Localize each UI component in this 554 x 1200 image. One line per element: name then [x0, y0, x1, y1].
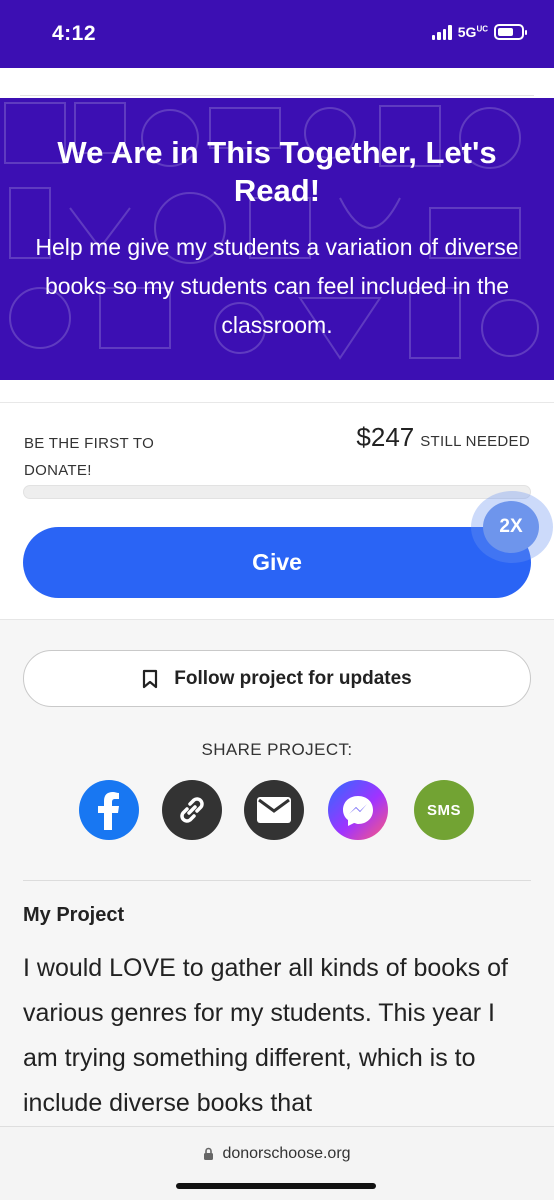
facebook-icon[interactable] [79, 780, 139, 840]
status-time: 4:12 [52, 22, 97, 45]
page-header-strip [0, 68, 554, 98]
bookmark-icon [143, 669, 158, 688]
my-project-heading: My Project [23, 904, 125, 926]
url-display[interactable]: donorschoose.org [0, 1145, 554, 1163]
share-title: SHARE PROJECT: [201, 740, 353, 759]
url-text: donorschoose.org [222, 1145, 351, 1162]
messenger-icon[interactable] [328, 780, 388, 840]
lock-icon [204, 1147, 214, 1160]
project-hero: We Are in This Together, Let's Read! Hel… [0, 98, 554, 380]
status-indicators: 5GUC [431, 24, 527, 40]
donation-card: BE THE FIRST TO DONATE! $247 STILL NEEDE… [0, 380, 554, 620]
match-badge-label: 2X [483, 501, 539, 553]
funding-progress-bar [23, 485, 531, 499]
section-divider [23, 880, 531, 881]
home-indicator[interactable] [176, 1183, 376, 1189]
signal-icon [431, 24, 452, 40]
status-bar: 4:12 5GUC [0, 0, 554, 68]
give-button[interactable]: Give [23, 527, 531, 598]
browser-url-bar[interactable]: donorschoose.org [0, 1126, 554, 1200]
follow-project-button[interactable]: Follow project for updates [23, 650, 531, 707]
project-subtitle: Help me give my students a variation of … [35, 234, 519, 338]
sms-label: SMS [426, 801, 461, 819]
share-buttons: SMS [79, 780, 479, 840]
follow-project-label: Follow project for updates [174, 667, 412, 689]
email-icon[interactable] [244, 780, 304, 840]
project-description: I would LOVE to gather all kinds of book… [23, 954, 508, 1117]
battery-icon [494, 24, 527, 40]
network-type: 5GUC [457, 24, 488, 40]
match-badge[interactable]: 2X [471, 491, 553, 563]
link-icon[interactable] [162, 780, 222, 840]
project-title: We Are in This Together, Let's Read! [57, 135, 497, 208]
sms-icon[interactable]: SMS [414, 780, 474, 840]
still-needed-label: STILL NEEDED [420, 433, 530, 450]
first-donor-text: BE THE FIRST TO DONATE! [24, 435, 155, 479]
amount-needed-value: $247 [356, 422, 415, 452]
amount-needed: $247 STILL NEEDED [356, 422, 530, 453]
